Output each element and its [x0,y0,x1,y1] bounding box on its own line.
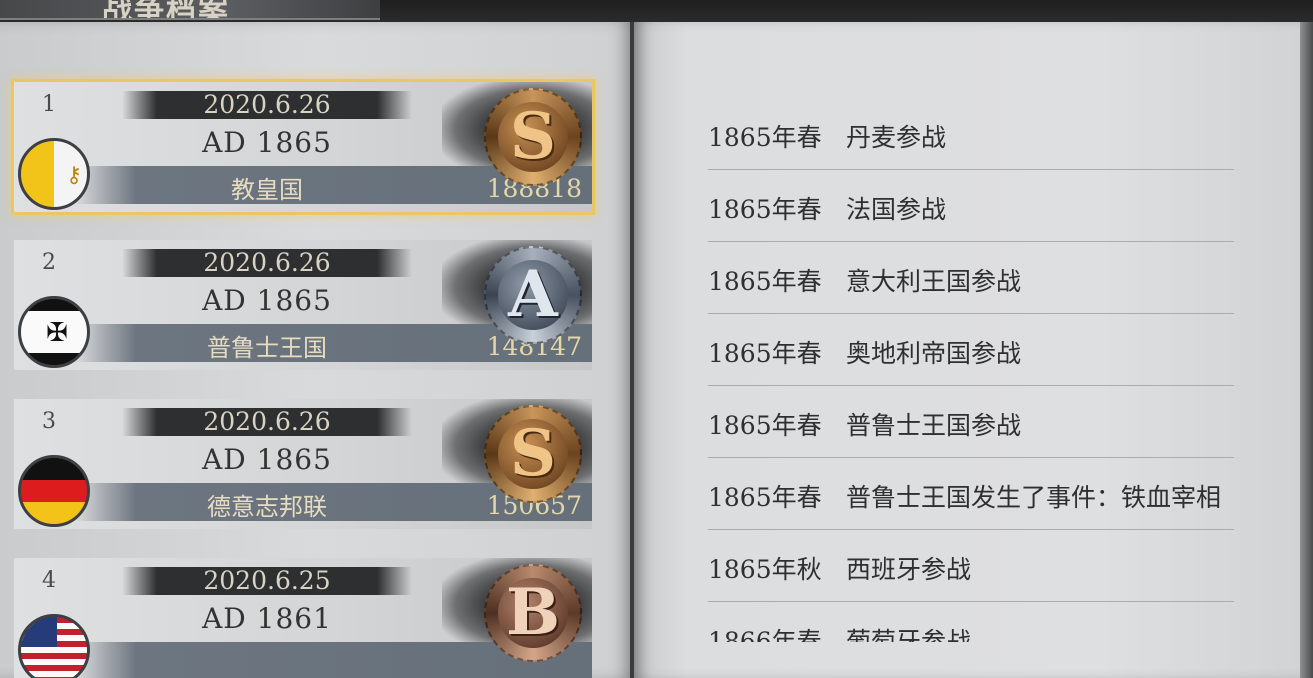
event-text: 普鲁士王国发生了事件：铁血宰相 [846,483,1222,512]
save-index: 4 [42,568,56,593]
event-date: 1865年春 [708,123,822,152]
rank-s-medal-icon: S [484,405,582,503]
save-card[interactable]: 2 2020.6.26 AD 1865 普鲁士王国 148147 A ✠ [14,240,592,370]
event-date: 1866年春 [708,627,822,642]
papal-flag-icon: ⚷ [18,138,90,210]
save-index: 1 [42,92,56,117]
game-year: AD 1865 [202,126,332,159]
event-date: 1865年春 [708,339,822,368]
event-text: 葡萄牙参战 [846,627,972,642]
usa-flag-icon [18,614,90,678]
event-text: 普鲁士王国参战 [846,411,1022,440]
save-list-page: 1 2020.6.26 AD 1865 教皇国 188818 S ⚷ 2 202… [0,22,634,678]
event-row: 1865年春 法国参战 [708,170,1234,242]
rank-a-medal-icon: A [484,246,582,344]
event-date: 1865年春 [708,267,822,296]
event-row: 1865年春 意大利王国参战 [708,242,1234,314]
save-date: 2020.6.26 [203,90,331,119]
save-card[interactable]: 4 2020.6.25 AD 1861 B [14,558,592,678]
save-date: 2020.6.26 [203,407,331,436]
save-date: 2020.6.25 [203,566,331,595]
event-text: 意大利王国参战 [846,267,1022,296]
event-row: 1865年春 普鲁士王国参战 [708,386,1234,458]
event-row: 1866年春 葡萄牙参战 [708,602,1234,642]
event-row: 1865年春 普鲁士王国发生了事件：铁血宰相 [708,458,1234,530]
event-row: 1865年春 丹麦参战 [708,98,1234,170]
save-card[interactable]: 3 2020.6.26 AD 1865 德意志邦联 150657 S [14,399,592,529]
nation-name: 教皇国 [231,176,303,204]
event-text: 丹麦参战 [846,123,947,152]
save-index: 3 [42,409,56,434]
event-row: 1865年秋 西班牙参战 [708,530,1234,602]
nation-name: 普鲁士王国 [207,334,327,362]
event-date: 1865年秋 [708,555,822,584]
save-date: 2020.6.26 [203,248,331,277]
event-text: 西班牙参战 [846,555,972,584]
event-row: 1865年春 奥地利帝国参战 [708,314,1234,386]
save-index: 2 [42,250,56,275]
prussia-flag-icon: ✠ [18,296,90,368]
rank-b-medal-icon: B [484,564,582,662]
save-card[interactable]: 1 2020.6.26 AD 1865 教皇国 188818 S ⚷ [11,79,595,215]
nation-name: 德意志邦联 [207,493,327,521]
page-title: 战争档案 [102,0,230,20]
game-year: AD 1865 [202,284,332,317]
german-confederation-flag-icon [18,455,90,527]
book-edge [1300,22,1313,678]
rank-s-medal-icon: S [484,88,582,186]
game-year: AD 1865 [202,443,332,476]
game-year: AD 1861 [202,602,332,635]
event-text: 奥地利帝国参战 [846,339,1022,368]
event-date: 1865年春 [708,411,822,440]
event-date: 1865年春 [708,483,822,512]
event-date: 1865年春 [708,195,822,224]
archive-title-tab: 战争档案 [0,0,380,20]
event-text: 法国参战 [846,195,947,224]
